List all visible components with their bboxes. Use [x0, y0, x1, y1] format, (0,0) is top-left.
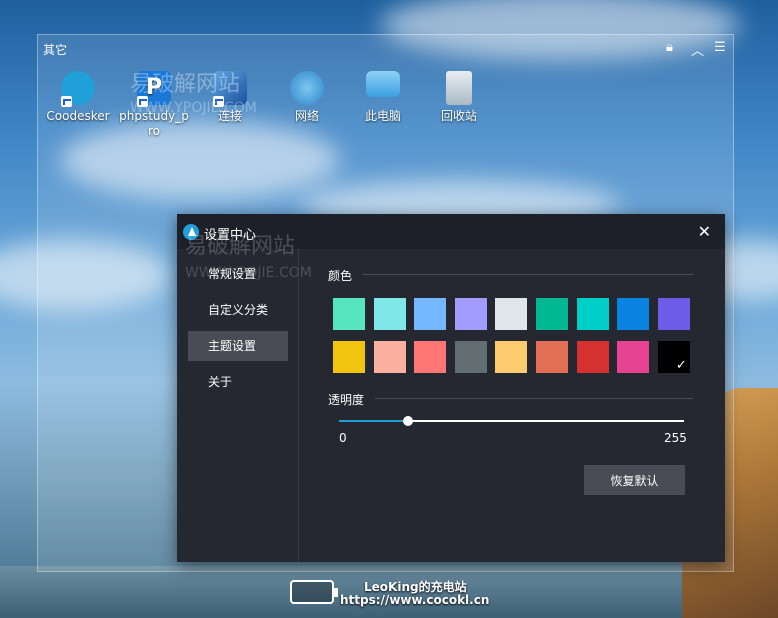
color-swatch[interactable]	[617, 341, 650, 373]
opacity-min-label: 0	[339, 431, 347, 445]
watermark-title: 易破解网站	[130, 72, 241, 97]
sidebar-item-general[interactable]: 常规设置	[188, 259, 288, 289]
color-swatch[interactable]	[333, 298, 365, 330]
color-swatch[interactable]	[576, 341, 609, 373]
watermark-sub: WWW.YPOJIE.COM	[130, 100, 257, 116]
settings-dialog: 设置中心 ✕ 易破解网站 WWW.YPOJIE.COM 常规设置 自定义分类 主…	[177, 214, 725, 562]
color-swatch[interactable]	[495, 298, 528, 330]
computer-icon	[366, 71, 400, 97]
color-swatch[interactable]	[414, 298, 447, 330]
color-swatch[interactable]	[373, 298, 406, 330]
color-section-label: 颜色	[328, 269, 353, 283]
footer-url: https://www.cocokl.cn	[340, 593, 490, 607]
battery-icon	[290, 580, 338, 604]
color-swatch[interactable]	[657, 298, 690, 330]
network-globe-icon	[290, 71, 324, 105]
reset-default-button[interactable]: 恢复默认	[584, 465, 685, 495]
opacity-max-label: 255	[664, 431, 687, 445]
desktop-icon-recycle-bin[interactable]: 回收站	[422, 71, 496, 124]
color-swatch[interactable]	[373, 341, 406, 373]
opacity-slider-handle[interactable]	[403, 416, 413, 426]
fence-title: 其它	[43, 43, 68, 57]
lock-icon[interactable]: 🔒︎	[666, 40, 673, 55]
color-swatch[interactable]	[536, 298, 568, 330]
desktop-icon-coodesker[interactable]: Coodesker	[41, 71, 115, 124]
coodesker-app-icon	[61, 71, 95, 107]
icon-label: Coodesker	[46, 109, 110, 123]
opacity-slider[interactable]	[339, 416, 684, 426]
sidebar-item-about[interactable]: 关于	[188, 367, 288, 397]
settings-sidebar: 常规设置 自定义分类 主题设置 关于	[177, 249, 299, 562]
color-swatch[interactable]	[333, 341, 365, 373]
close-icon[interactable]: ✕	[698, 222, 711, 241]
color-swatch[interactable]	[495, 341, 528, 373]
color-swatch[interactable]	[454, 341, 487, 373]
opacity-section-label: 透明度	[328, 393, 365, 407]
sidebar-item-custom-category[interactable]: 自定义分类	[188, 295, 288, 325]
footer-badge: LeoKing的充电站 https://www.cocokl.cn	[290, 578, 490, 614]
sidebar-item-theme[interactable]: 主题设置	[188, 331, 288, 361]
color-swatch[interactable]	[536, 341, 568, 373]
section-divider	[375, 398, 693, 399]
color-swatch[interactable]	[657, 341, 690, 373]
desktop-icon-this-pc[interactable]: 此电脑	[346, 71, 420, 124]
color-swatch[interactable]	[576, 298, 609, 330]
icon-label: 此电脑	[364, 109, 401, 123]
opacity-slider-fill	[339, 420, 408, 422]
color-swatch[interactable]	[414, 341, 447, 373]
collapse-icon[interactable]: ︿	[691, 40, 704, 59]
color-swatch[interactable]	[454, 298, 487, 330]
section-divider	[363, 274, 693, 275]
desktop-icon-network[interactable]: 网络	[270, 71, 344, 124]
menu-icon[interactable]: ☰	[714, 40, 726, 55]
icon-label: 网络	[294, 109, 319, 123]
recycle-bin-icon	[446, 71, 472, 105]
color-swatch[interactable]	[617, 298, 650, 330]
icon-label: 回收站	[440, 109, 477, 123]
